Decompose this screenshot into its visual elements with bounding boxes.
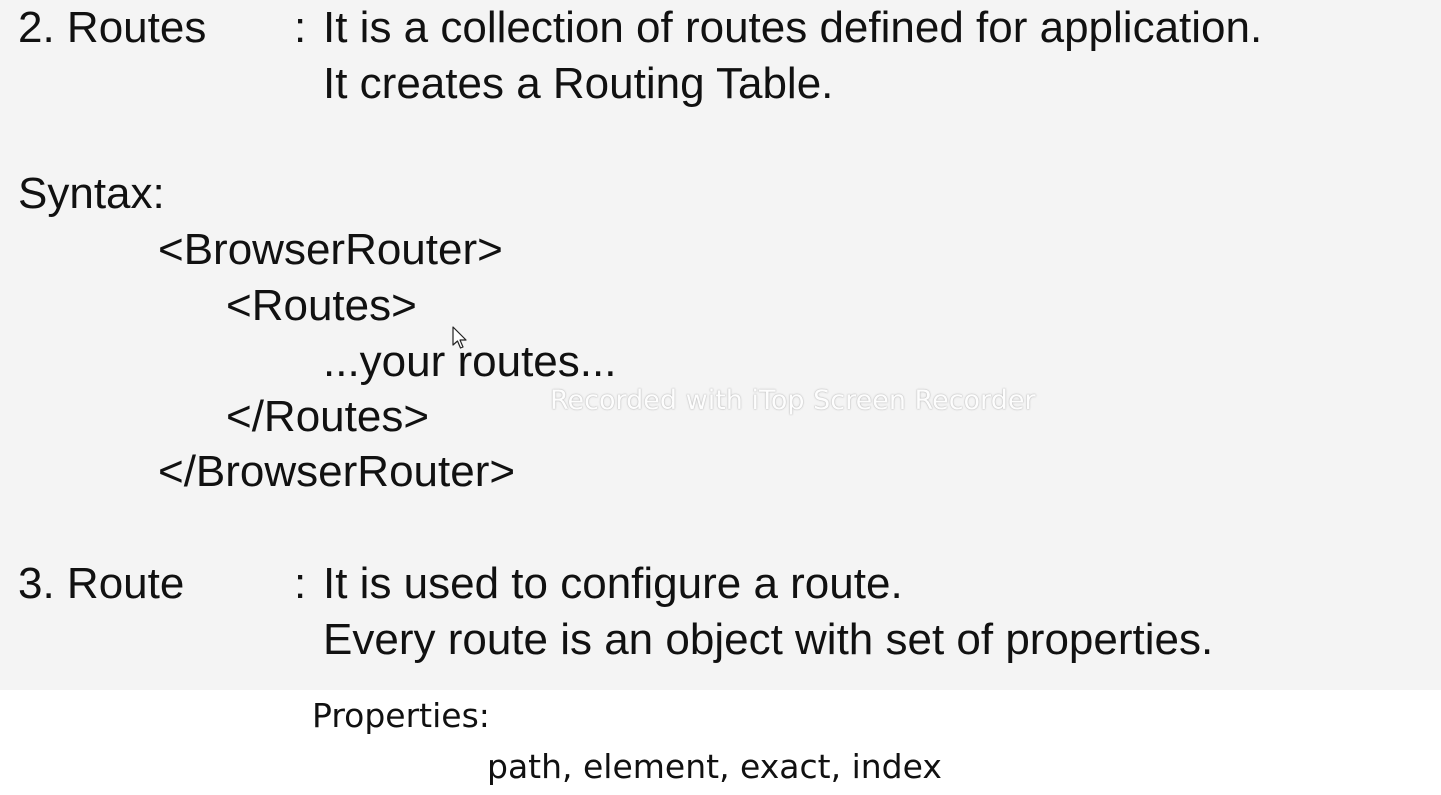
syntax-heading: Syntax: <box>18 169 165 218</box>
route-separator: : <box>294 559 307 608</box>
recorder-watermark: Recorded with iTop Screen Recorder <box>550 385 1036 416</box>
routes-label: 2. Routes <box>18 3 207 52</box>
code-line-browserrouter-open: <BrowserRouter> <box>158 225 503 274</box>
properties-list: path, element, exact, index <box>487 747 942 786</box>
code-line-routes-close: </Routes> <box>226 392 430 441</box>
routes-description-line-2: It creates a Routing Table. <box>323 59 834 108</box>
routes-separator: : <box>294 3 307 52</box>
routes-description-line-1: It is a collection of routes defined for… <box>323 3 1263 52</box>
route-description-line-2: Every route is an object with set of pro… <box>323 615 1214 664</box>
code-line-your-routes: ...your routes... <box>323 337 617 386</box>
screen-recording-frame: 2. Routes : It is a collection of routes… <box>0 0 1441 795</box>
presentation-slide: 2. Routes : It is a collection of routes… <box>0 0 1441 690</box>
properties-heading: Properties: <box>312 696 490 735</box>
route-label: 3. Route <box>18 559 185 608</box>
code-line-browserrouter-close: </BrowserRouter> <box>158 447 516 496</box>
code-line-routes-open: <Routes> <box>226 281 417 330</box>
route-description-line-1: It is used to configure a route. <box>323 559 903 608</box>
mouse-pointer-icon <box>452 326 467 349</box>
